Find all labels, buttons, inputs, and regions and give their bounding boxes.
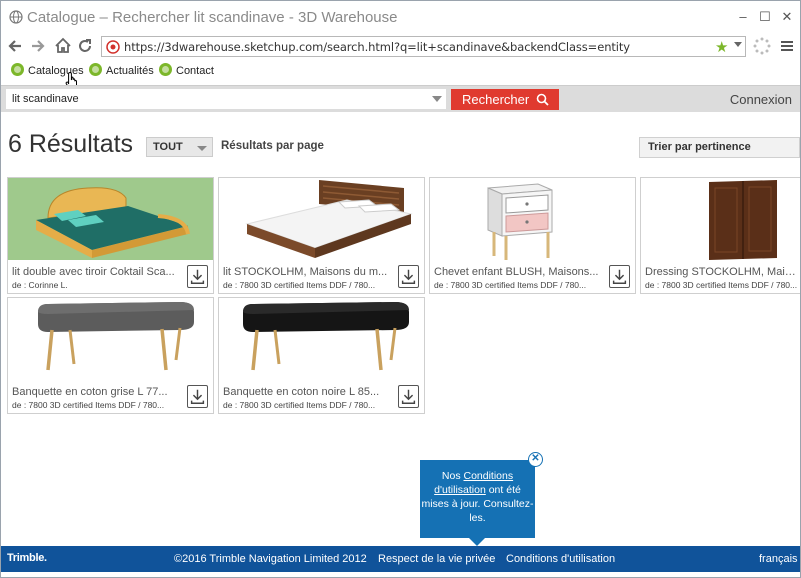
window-title: Catalogue – Rechercher lit scandinave - … [27,9,398,26]
address-bar[interactable]: https://3dwarehouse.sketchup.com/search.… [101,36,746,57]
download-icon[interactable] [187,265,208,288]
site-favicon-icon [106,40,120,54]
model-name[interactable]: Chevet enfant BLUSH, Maisons... [434,266,602,278]
model-card[interactable]: lit double avec tiroir Coktail Sca... de… [7,177,214,294]
results-count: 6 Résultats [8,130,134,158]
model-author[interactable]: de : 7800 3D certified Items DDF / 780..… [223,400,393,410]
download-icon[interactable] [398,385,419,408]
model-card[interactable]: Banquette en coton grise L 77... de : 78… [7,297,214,414]
model-thumbnail[interactable] [219,298,424,380]
browser-globe-icon [9,10,23,24]
title-bar: Catalogue – Rechercher lit scandinave - … [1,1,800,33]
bookmark-star-icon[interactable]: ★ [715,38,728,56]
model-author[interactable]: de : 7800 3D certified Items DDF / 780..… [434,280,604,290]
menu-icon[interactable] [778,37,796,55]
bookmark-icon [159,63,172,76]
maximize-button[interactable]: ☐ [757,9,773,25]
model-card[interactable]: Dressing STOCKOLHM, Maisons de : 7800 3D… [640,177,800,294]
bookmark-actualites[interactable]: Actualités [89,63,154,79]
model-author[interactable]: de : 7800 3D certified Items DDF / 780..… [223,280,393,290]
download-icon[interactable] [398,265,419,288]
notice-pointer [469,538,485,546]
download-icon[interactable] [609,265,630,288]
browser-window: Catalogue – Rechercher lit scandinave - … [0,0,801,578]
model-author[interactable]: de : Corinne L. [12,280,182,290]
close-window-button[interactable]: ✕ [779,9,795,25]
search-bar: lit scandinave Rechercher Connexion [1,85,800,112]
search-dropdown-icon[interactable] [432,96,442,102]
minimize-button[interactable]: – [735,9,751,25]
model-name[interactable]: Banquette en coton noire L 85... [223,386,391,398]
sort-select[interactable]: Trier par pertinence [639,137,800,158]
bookmark-icon [89,63,102,76]
bookmark-icon [11,63,24,76]
search-icon [536,93,549,106]
model-thumbnail[interactable] [219,178,424,260]
model-card[interactable]: Chevet enfant BLUSH, Maisons... de : 780… [429,177,636,294]
trimble-logo[interactable]: Trimble. [7,552,47,564]
model-card[interactable]: lit STOCKOLHM, Maisons du m... de : 7800… [218,177,425,294]
login-link[interactable]: Connexion [730,92,792,107]
loading-spinner-icon [753,37,771,55]
model-author[interactable]: de : 7800 3D certified Items DDF / 780..… [645,280,800,290]
url-text[interactable]: https://3dwarehouse.sketchup.com/search.… [124,40,630,54]
url-dropdown-icon[interactable] [734,42,742,47]
model-name[interactable]: Dressing STOCKOLHM, Maisons [645,266,800,278]
footer-privacy-link[interactable]: Respect de la vie privée [378,553,495,565]
bench-model-image [8,298,213,380]
footer-copyright: ©2016 Trimble Navigation Limited 2012 [174,553,367,565]
bookmark-contact[interactable]: Contact [159,63,214,79]
download-icon[interactable] [187,385,208,408]
model-author[interactable]: de : 7800 3D certified Items DDF / 780..… [12,400,182,410]
model-card[interactable]: Banquette en coton noire L 85... de : 78… [218,297,425,414]
bed-model-image [8,178,213,260]
model-thumbnail[interactable] [430,178,635,260]
bed-model-image [219,178,424,260]
model-name[interactable]: lit double avec tiroir Coktail Sca... [12,266,180,278]
back-arrow-icon[interactable] [7,37,25,55]
reload-icon[interactable] [76,37,94,55]
per-page-label[interactable]: Résultats par page [221,140,324,152]
model-thumbnail[interactable] [641,178,800,260]
model-thumbnail[interactable] [8,178,213,260]
model-thumbnail[interactable] [8,298,213,380]
navigation-bar: https://3dwarehouse.sketchup.com/search.… [1,33,800,59]
terms-update-notice: Nos Conditions d'utilisation ont été mis… [420,460,535,546]
forward-arrow-icon[interactable] [28,37,46,55]
search-button[interactable]: Rechercher [451,89,559,110]
footer: Trimble. ©2016 Trimble Navigation Limite… [1,546,800,572]
model-name[interactable]: lit STOCKOLHM, Maisons du m... [223,266,391,278]
home-icon[interactable] [54,37,72,55]
bookmarks-bar: Catalogues Actualités Contact [1,59,800,83]
bench-model-image [219,298,424,380]
chevron-down-icon [197,146,207,151]
model-name[interactable]: Banquette en coton grise L 77... [12,386,180,398]
nightstand-model-image [430,178,635,260]
footer-terms-link[interactable]: Conditions d'utilisation [506,553,615,565]
search-input[interactable]: lit scandinave [6,89,446,109]
close-icon[interactable]: ✕ [528,452,543,467]
filter-select[interactable]: TOUT [146,137,213,157]
footer-language-select[interactable]: français [759,553,798,565]
wardrobe-model-image [641,178,800,260]
